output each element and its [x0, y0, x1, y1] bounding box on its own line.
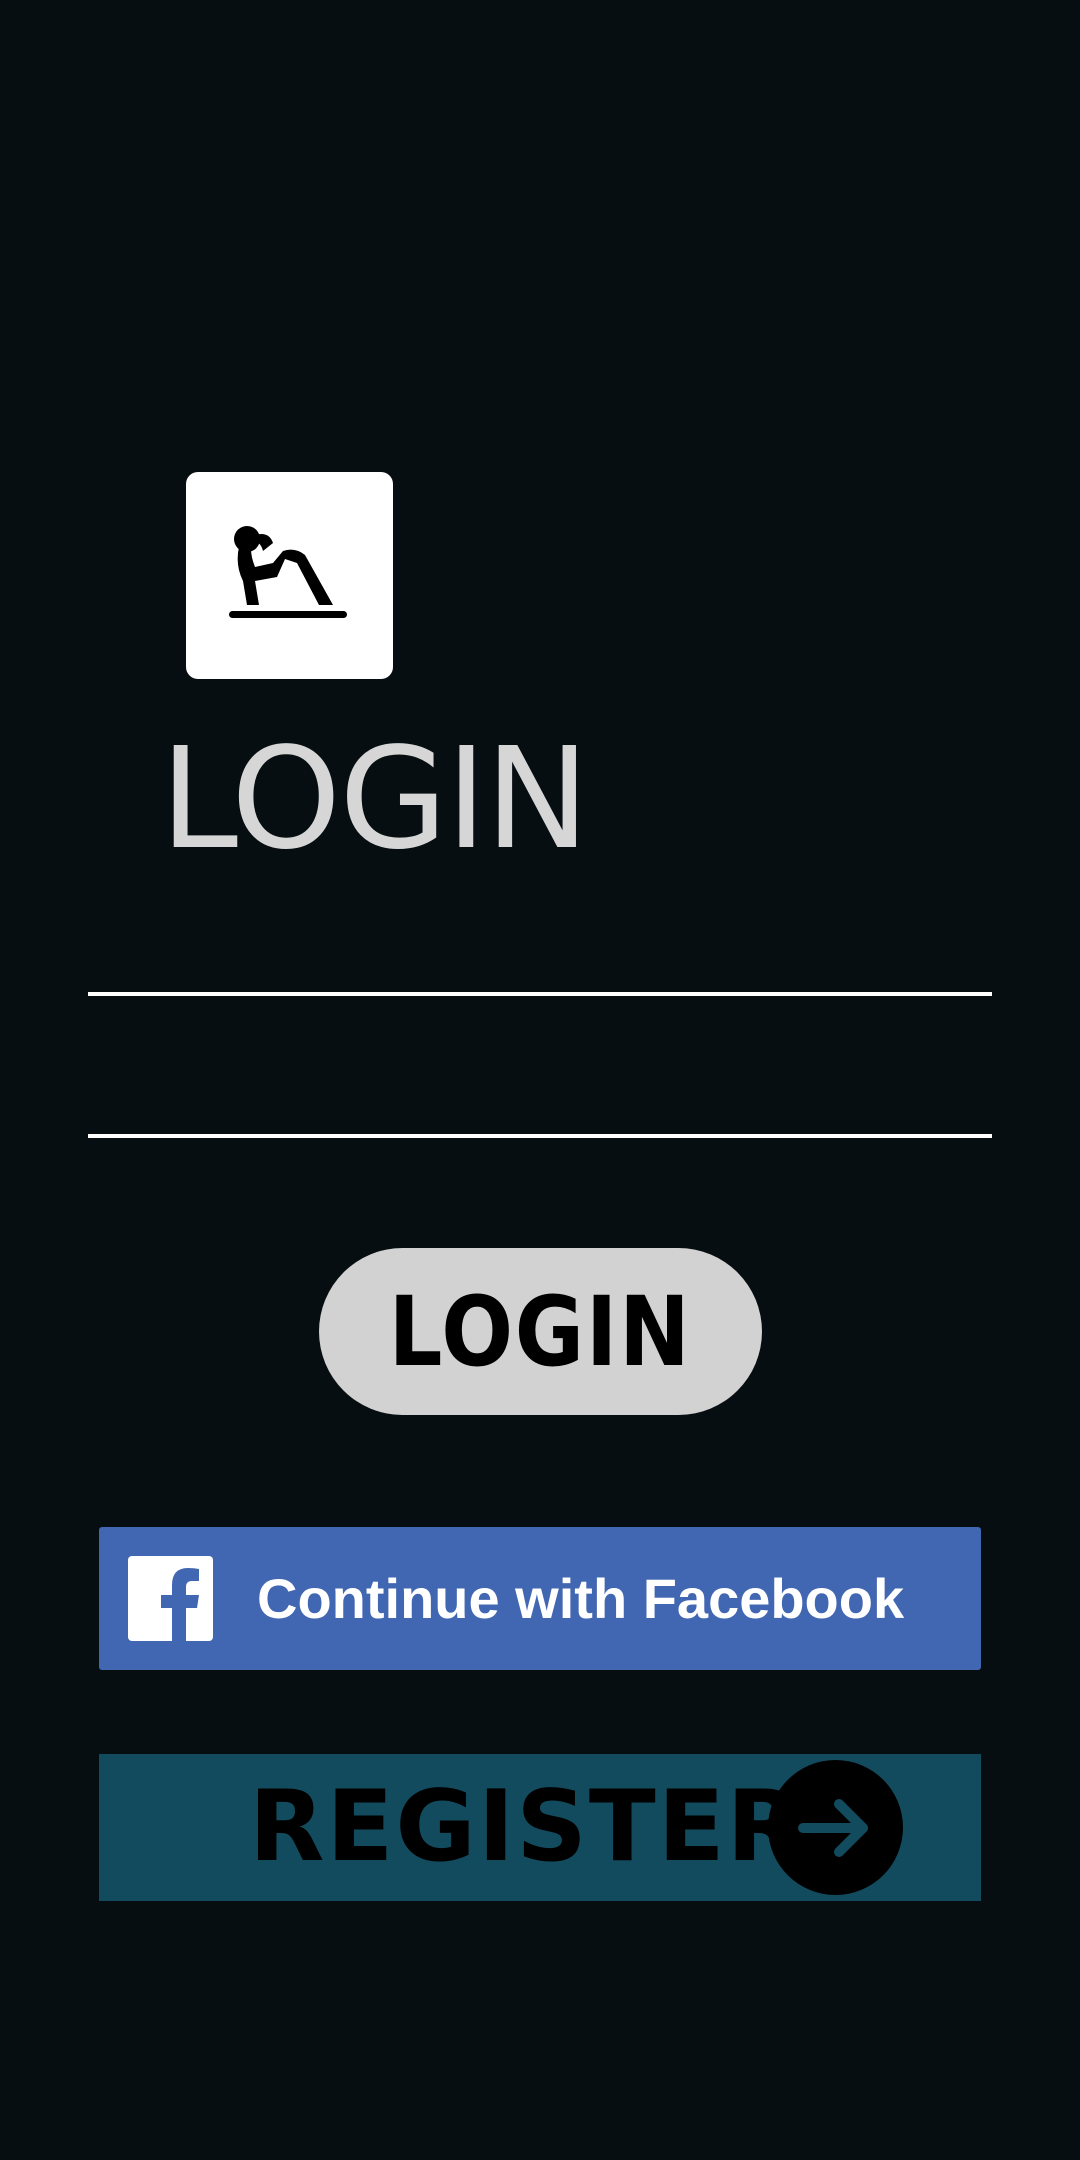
login-button[interactable]: LOGIN — [319, 1248, 762, 1415]
password-field[interactable] — [88, 1068, 992, 1138]
facebook-button-label: Continue with Facebook — [257, 1567, 905, 1630]
register-button-label: REGISTER — [249, 1770, 805, 1884]
login-screen: LOGIN LOGIN Continue with Facebook REGIS… — [0, 0, 1080, 2160]
facebook-icon — [128, 1556, 213, 1641]
register-button[interactable]: REGISTER — [99, 1754, 981, 1901]
app-logo — [186, 472, 393, 679]
situps-exercise-icon — [228, 525, 347, 618]
login-button-label: LOGIN — [389, 1275, 692, 1388]
page-title: LOGIN — [160, 718, 590, 881]
arrow-right-icon — [768, 1760, 903, 1895]
continue-with-facebook-button[interactable]: Continue with Facebook — [99, 1527, 981, 1670]
username-field[interactable] — [88, 926, 992, 996]
